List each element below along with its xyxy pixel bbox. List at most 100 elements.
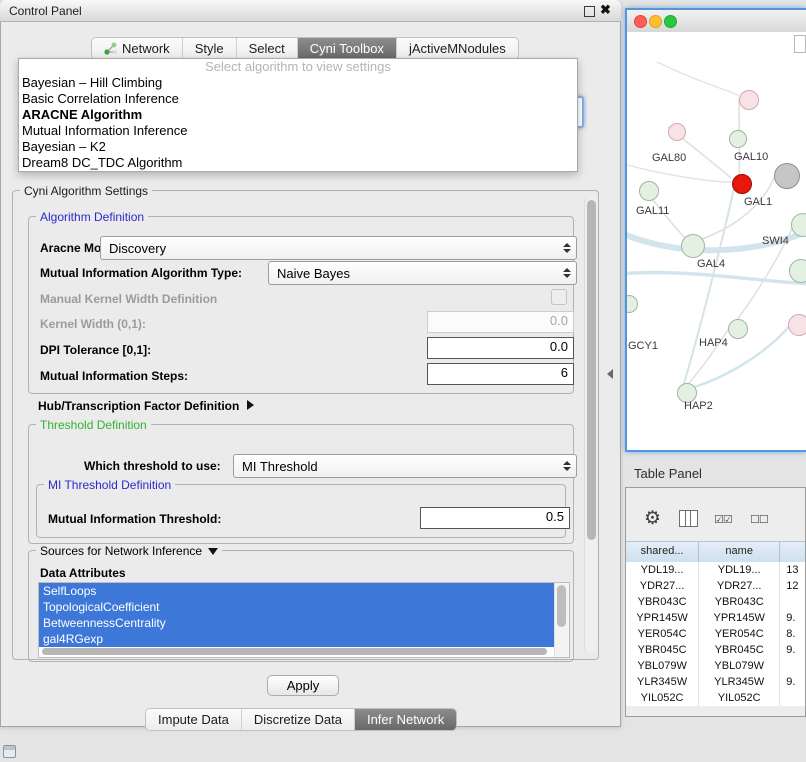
column-header[interactable]: shared... [626,542,699,563]
close-traffic-icon[interactable] [634,15,647,28]
hub-section-toggle[interactable]: Hub/Transcription Factor Definition [38,399,254,413]
network-node[interactable] [739,90,759,110]
minimize-traffic-icon[interactable] [649,15,662,28]
network-node-selected[interactable] [732,174,752,194]
tab-label: Network [122,41,170,56]
cell: YDL19... [699,562,780,578]
mi-threshold-field[interactable]: 0.5 [420,507,570,529]
attribute-list[interactable]: SelfLoops TopologicalCoefficient Between… [38,582,570,658]
column-header[interactable]: name [699,542,780,563]
network-node[interactable] [729,130,747,148]
tab-style[interactable]: Style [183,38,237,59]
network-icon [104,42,117,55]
tab-network[interactable]: Network [92,38,183,59]
control-panel-titlebar[interactable]: Control Panel ✖ [0,0,621,22]
network-node[interactable] [789,259,806,283]
cell: 9. [780,674,805,690]
expand-right-icon [247,400,254,410]
kernel-width-field[interactable]: 0.0 [427,311,574,333]
network-node[interactable] [639,181,659,201]
mi-steps-field[interactable]: 6 [427,363,574,385]
minimize-icon[interactable] [584,6,595,17]
network-node[interactable] [774,163,800,189]
settings-scrollbar[interactable] [584,197,597,653]
bottom-tabbar: Impute Data Discretize Data Infer Networ… [145,708,457,731]
list-item[interactable]: TopologicalCoefficient [39,599,555,615]
tab-impute-data[interactable]: Impute Data [146,709,242,730]
combo-arrows-icon [563,461,571,471]
tab-jactivemnodules[interactable]: jActiveMNodules [397,38,518,59]
node-label: HAP4 [699,337,728,349]
apply-button[interactable]: Apply [267,675,339,696]
table-row[interactable]: YDL19...YDL19...13 [626,562,805,578]
column-header[interactable] [780,542,805,563]
mi-type-value: Naive Bayes [277,266,350,281]
splitter-collapse-handle[interactable] [607,369,613,379]
network-node[interactable] [788,314,806,336]
aracne-mode-combobox[interactable]: Discovery [100,236,577,260]
node-label: GAL80 [652,152,686,164]
network-view-window[interactable]: GAL80 GAL10 GAL11 GAL1 SWI4 GAL4 GCY1 HA… [625,8,806,452]
table-row[interactable]: YIL052CYIL052C [626,690,805,706]
combo-arrows-icon [563,268,571,278]
table-row[interactable]: YDR27...YDR27...12 [626,578,805,594]
dropdown-item[interactable]: Basic Correlation Inference [19,91,577,107]
tab-label: Select [249,41,285,56]
columns-icon[interactable] [679,510,698,527]
dropdown-item[interactable]: Bayesian – K2 [19,139,577,155]
dropdown-item[interactable]: Dream8 DC_TDC Algorithm [19,155,577,171]
network-node[interactable] [681,234,705,258]
table-row[interactable]: YBR043CYBR043C [626,594,805,610]
cell: YBR045C [626,642,699,658]
cell: YLR345W [699,674,780,690]
tab-discretize-data[interactable]: Discretize Data [242,709,355,730]
table-row[interactable]: YLR345WYLR345W9. [626,674,805,690]
dropdown-item[interactable]: Bayesian – Hill Climbing [19,75,577,91]
network-titlebar[interactable] [627,10,806,33]
table-row[interactable]: YBL079WYBL079W [626,658,805,674]
settings-scrollbar-thumb[interactable] [587,200,596,540]
mi-threshold-title: MI Threshold Definition [44,478,175,492]
sources-toggle[interactable]: Sources for Network Inference [36,544,222,558]
list-item[interactable]: gal4RGexp [39,631,555,647]
restore-panel-icon[interactable] [3,745,16,758]
manual-kernel-checkbox[interactable] [551,289,567,305]
tab-select[interactable]: Select [237,38,298,59]
tab-label: Cyni Toolbox [310,41,384,56]
dropdown-item-selected[interactable]: ARACNE Algorithm [19,107,577,123]
list-item[interactable]: SelfLoops [39,583,555,599]
list-vertical-scrollbar[interactable] [554,583,569,657]
dpi-tolerance-label: DPI Tolerance [0,1]: [40,343,151,357]
close-icon[interactable]: ✖ [600,2,611,18]
cell: 9. [780,642,805,658]
select-all-checks-icon[interactable]: ☑☑ [714,513,732,526]
gear-icon[interactable]: ⚙ [644,507,661,530]
network-scrollbar-corner[interactable] [794,35,806,53]
network-node[interactable] [728,319,748,339]
tab-cyni-toolbox[interactable]: Cyni Toolbox [298,38,397,59]
algorithm-dropdown-popup: Select algorithm to view settings Bayesi… [18,58,578,172]
settings-group-title: Cyni Algorithm Settings [20,184,152,198]
list-vertical-thumb[interactable] [557,585,566,627]
dpi-tolerance-field[interactable]: 0.0 [427,337,574,359]
cell: YDL19... [626,562,699,578]
mi-type-combobox[interactable]: Naive Bayes [268,261,577,285]
aracne-mode-value: Discovery [109,241,166,256]
zoom-traffic-icon[interactable] [664,15,677,28]
dropdown-item[interactable]: Mutual Information Inference [19,123,577,139]
list-item[interactable]: BetweennessCentrality [39,615,555,631]
tab-label: Discretize Data [254,712,342,727]
list-horizontal-thumb[interactable] [42,648,547,655]
network-node[interactable] [668,123,686,141]
table-row[interactable]: YER054CYER054C8. [626,626,805,642]
sources-title: Sources for Network Inference [40,544,202,558]
tab-infer-network[interactable]: Infer Network [355,709,456,730]
clear-all-checks-icon[interactable]: ☐☐ [750,513,768,526]
table-row[interactable]: YPR145WYPR145W9. [626,610,805,626]
network-canvas[interactable]: GAL80 GAL10 GAL11 GAL1 SWI4 GAL4 GCY1 HA… [627,32,806,450]
cell: YBR043C [699,594,780,610]
cell: YER054C [626,626,699,642]
which-threshold-combobox[interactable]: MI Threshold [233,454,577,478]
cell [780,594,805,610]
table-row[interactable]: YBR045CYBR045C9. [626,642,805,658]
